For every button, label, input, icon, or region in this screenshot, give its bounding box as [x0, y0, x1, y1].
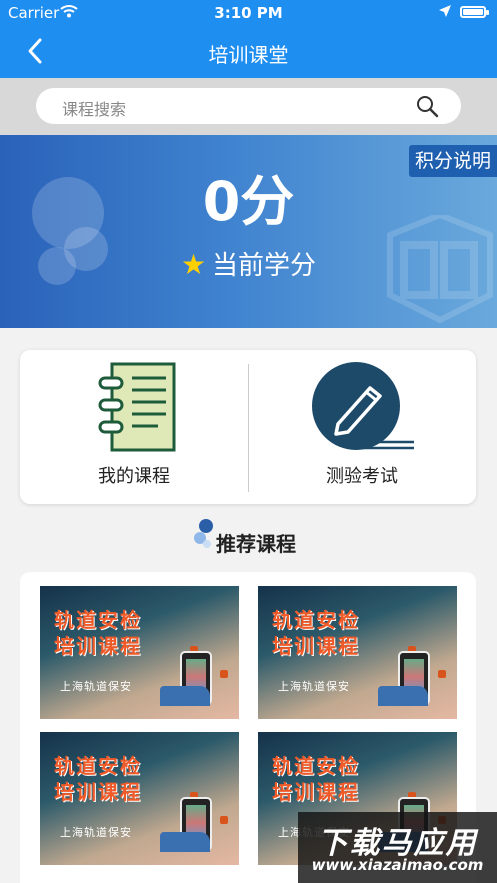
pen-icon	[312, 362, 414, 450]
course-card[interactable]: 轨道安检 培训课程 上海轨道保安	[40, 732, 239, 865]
my-courses-label: 我的课程	[98, 466, 170, 487]
course-title-line1: 轨道安检	[54, 754, 142, 778]
course-card[interactable]: 轨道安检 培训课程 上海轨道保安	[40, 586, 239, 719]
search-area: 课程搜索	[0, 78, 497, 135]
course-card[interactable]: 轨道安检 培训课程 上海轨道保安	[258, 586, 457, 719]
course-title-line1: 轨道安检	[54, 608, 142, 632]
course-title-line2: 培训课程	[54, 780, 142, 804]
clock: 3:10 PM	[214, 4, 283, 22]
recommended-header: 推荐课程	[0, 518, 497, 558]
credit-banner: 0分 ★ 当前学分 积分说明	[0, 135, 497, 328]
battery-icon	[460, 6, 489, 18]
course-org: 上海轨道保安	[278, 680, 350, 693]
decor-shape	[438, 670, 446, 678]
notebook-icon	[98, 362, 176, 452]
search-input[interactable]: 课程搜索	[36, 88, 461, 124]
points-rules-button[interactable]: 积分说明	[408, 145, 497, 177]
course-title-line2: 培训课程	[54, 634, 142, 658]
decor-shape	[220, 816, 228, 824]
section-dots-icon	[194, 519, 213, 548]
nav-bar: 培训课堂	[0, 26, 497, 78]
credit-label: 当前学分	[212, 251, 317, 281]
course-org: 上海轨道保安	[60, 680, 132, 693]
recommended-title: 推荐课程	[216, 532, 296, 556]
hand-illustration	[160, 832, 210, 852]
quiz-exam-label: 测验考试	[326, 466, 398, 487]
site-watermark: 下载马应用 www.xiazaimao.com	[298, 812, 497, 883]
course-title-line2: 培训课程	[272, 780, 360, 804]
watermark-url: www.xiazaimao.com	[311, 856, 484, 874]
course-title-line1: 轨道安检	[272, 754, 360, 778]
star-icon: ★	[180, 248, 207, 281]
hand-illustration	[160, 686, 210, 706]
page-title: 培训课堂	[208, 43, 289, 67]
hand-illustration	[378, 686, 428, 706]
course-org: 上海轨道保安	[60, 826, 132, 839]
quiz-exam-button[interactable]: 测验考试	[248, 350, 476, 504]
status-bar: Carrier 3:10 PM	[0, 0, 497, 26]
location-arrow-icon	[438, 4, 452, 22]
search-placeholder: 课程搜索	[62, 100, 127, 119]
decor-shape	[220, 670, 228, 678]
course-title-line2: 培训课程	[272, 634, 360, 658]
credit-label-row: ★ 当前学分	[0, 245, 497, 282]
my-courses-button[interactable]: 我的课程	[20, 350, 248, 504]
quick-actions-card: 我的课程 测验考试	[20, 350, 476, 504]
course-title-line1: 轨道安检	[272, 608, 360, 632]
search-icon[interactable]	[415, 94, 439, 118]
